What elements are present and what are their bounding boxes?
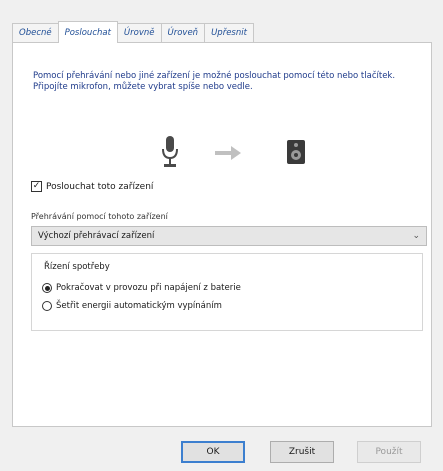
listen-panel: Pomocí přehrávání nebo jiné zařízení je … <box>12 42 432 427</box>
power-option-save[interactable]: Šetřit energii automatickým vypínáním <box>42 301 222 311</box>
tab-levels[interactable]: Úrovně <box>116 23 162 42</box>
apply-button[interactable]: Použít <box>357 441 421 463</box>
chevron-down-icon: ⌄ <box>412 231 420 241</box>
radio-continue[interactable] <box>42 283 52 293</box>
listen-checkbox[interactable]: ✓ <box>31 181 42 192</box>
listen-checkbox-label: Poslouchat toto zařízení <box>46 181 154 192</box>
speaker-icon <box>287 140 305 164</box>
tab-advanced[interactable]: Upřesnit <box>204 23 254 42</box>
description-text: Pomocí přehrávání nebo jiné zařízení je … <box>33 71 396 92</box>
power-option-save-label: Šetřit energii automatickým vypínáním <box>56 301 222 311</box>
playback-device-select[interactable]: Výchozí přehrávací zařízení ⌄ <box>31 226 427 246</box>
cancel-button[interactable]: Zrušit <box>270 441 334 463</box>
listen-checkbox-row[interactable]: ✓ Poslouchat toto zařízení <box>31 181 153 192</box>
tab-strip: Obecné Poslouchat Úrovně Úroveň Upřesnit <box>12 20 254 43</box>
arrow-right-icon <box>215 146 241 160</box>
tab-level[interactable]: Úroveň <box>160 23 206 42</box>
tab-listen[interactable]: Poslouchat <box>57 21 118 43</box>
tab-general[interactable]: Obecné <box>12 23 59 42</box>
microphone-icon <box>162 136 178 167</box>
ok-button[interactable]: OK <box>181 441 245 463</box>
playback-label: Přehrávání pomocí tohoto zařízení <box>31 212 168 221</box>
device-diagram <box>13 135 431 175</box>
power-option-continue[interactable]: Pokračovat v provozu při napájení z bate… <box>42 283 241 293</box>
power-group-title: Řízení spotřeby <box>44 262 110 272</box>
radio-save[interactable] <box>42 301 52 311</box>
power-option-continue-label: Pokračovat v provozu při napájení z bate… <box>56 283 241 293</box>
power-management-group: Řízení spotřeby Pokračovat v provozu při… <box>31 253 423 331</box>
playback-select-value: Výchozí přehrávací zařízení <box>38 231 155 241</box>
